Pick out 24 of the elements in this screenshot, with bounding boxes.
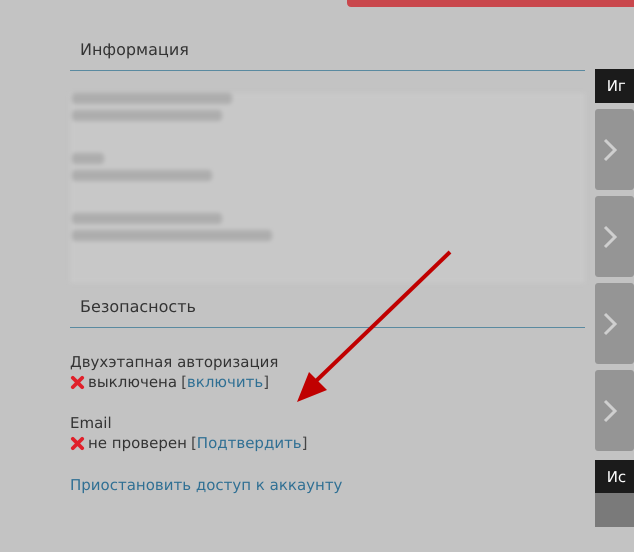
side-header: Иг [594,69,634,103]
chevron-right-icon [602,224,617,248]
side-card[interactable] [594,109,634,190]
side-card[interactable] [594,370,634,451]
bracket: [ [181,372,187,392]
bracket: [ [190,433,197,453]
section-heading: Информация [70,40,585,71]
chevron-right-icon [602,312,617,336]
action-link[interactable]: Подтвердить [196,433,302,453]
chevron-right-icon [602,138,617,162]
side-header: Ис [594,460,634,493]
bracket: ] [263,372,270,392]
setting-label: Двухэтапная авторизация [70,352,280,372]
action-link[interactable]: включить [186,372,264,392]
status-text: не проверен [88,433,187,453]
bracket: ] [302,433,308,453]
side-card[interactable] [594,196,634,277]
setting-label: Email [70,413,113,433]
chevron-right-icon [602,398,617,422]
status-text: выключена [88,372,178,392]
suspend-link[interactable]: Приостановить доступ к аккаунту [70,476,585,494]
side-card[interactable] [594,283,634,364]
side-card[interactable] [594,493,634,527]
section-heading: Безопасность [70,297,585,328]
